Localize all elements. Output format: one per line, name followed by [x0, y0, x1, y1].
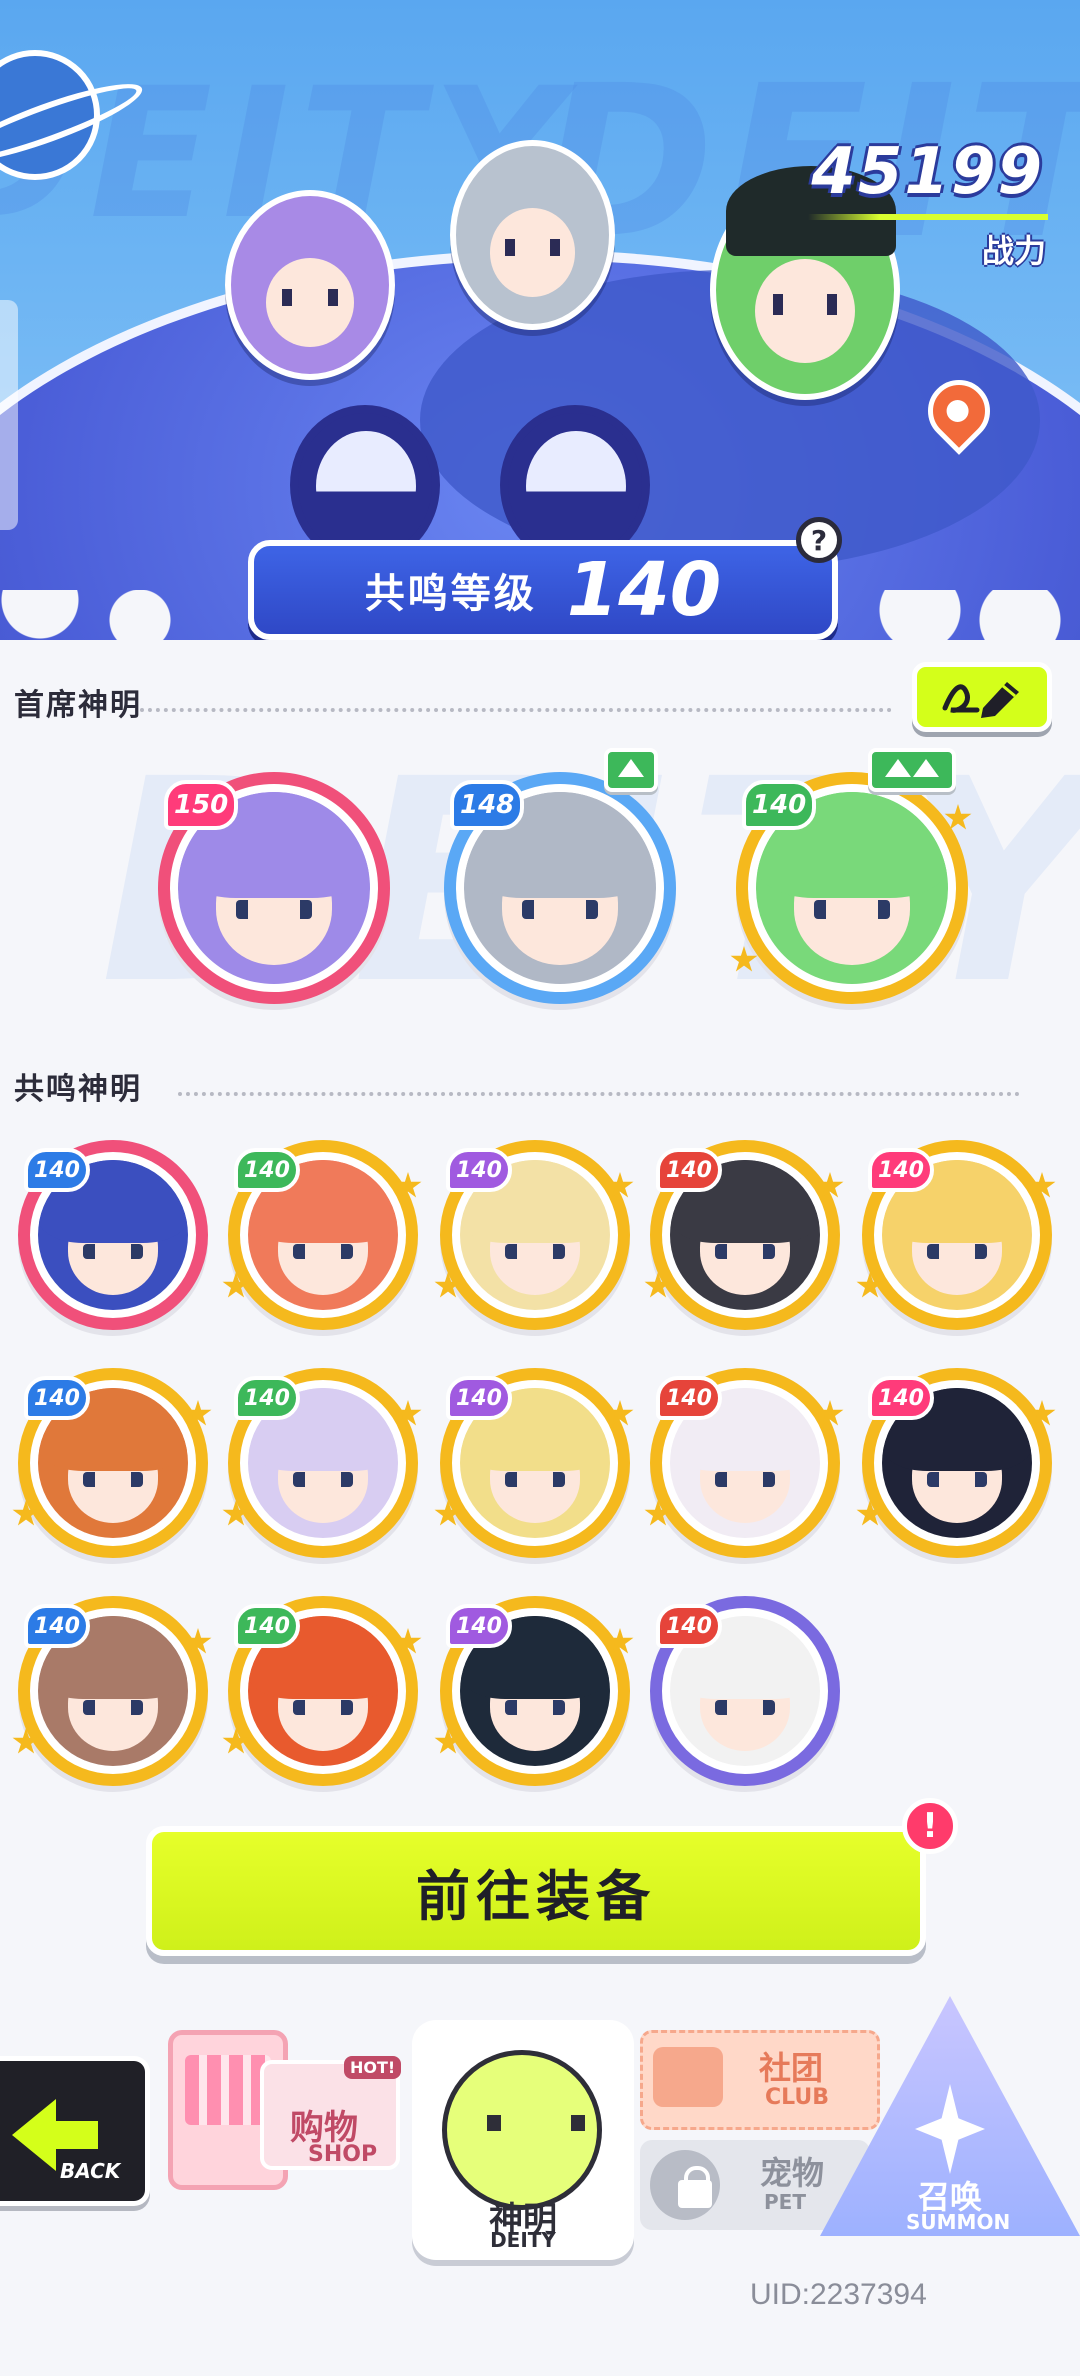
deity-eyes [83, 1700, 143, 1715]
resonance-level-value: 140 [566, 547, 722, 633]
deity-level-badge: 140 [656, 1376, 722, 1420]
resonance-level-label: 共鸣等级 [364, 571, 537, 617]
nav-summon[interactable]: 召唤 SUMMON [810, 1996, 1080, 2246]
deity-eyes [505, 1244, 565, 1259]
user-id: UID:2237394 [750, 2278, 927, 2311]
deity-eyes [235, 899, 313, 919]
section-divider [140, 708, 892, 712]
deity-eyes [715, 1244, 775, 1259]
chief-deity-title: 首席神明 [14, 688, 142, 723]
back-label: BACK [60, 2159, 121, 2183]
deity-eyes [927, 1472, 987, 1487]
deity-card[interactable]: 148 [444, 772, 676, 1004]
deity-card[interactable]: 140 [222, 1140, 422, 1330]
deity-card[interactable]: 140 [856, 1140, 1056, 1330]
go-equip-button[interactable]: 前往装备 [146, 1826, 926, 1956]
help-icon[interactable]: ? [796, 517, 842, 563]
chibi-deity-1[interactable] [225, 190, 395, 380]
upgrade-arrow-icon [604, 748, 658, 792]
side-drawer-handle[interactable] [0, 300, 18, 530]
deity-eyes [521, 899, 599, 919]
deity-level-badge: 140 [446, 1148, 512, 1192]
deity-level-badge: 150 [164, 780, 239, 830]
deity-eyes [715, 1472, 775, 1487]
deity-level-badge: 140 [446, 1376, 512, 1420]
deity-card[interactable]: 140 [12, 1596, 212, 1786]
chibi-deity-2[interactable] [450, 140, 615, 330]
deity-level-badge: 140 [446, 1604, 512, 1648]
deity-card[interactable]: 140 [644, 1368, 844, 1558]
deity-level-badge: 140 [234, 1604, 300, 1648]
deity-eyes [715, 1700, 775, 1715]
shop-label-en: SHOP [308, 2142, 378, 2167]
deity-level-badge: 140 [234, 1148, 300, 1192]
deity-card[interactable]: 140 [18, 1140, 208, 1330]
deity-level-badge: 140 [24, 1376, 90, 1420]
hot-tag: HOT! [344, 2056, 402, 2079]
deity-eyes [813, 899, 891, 919]
deity-card[interactable]: 140 [434, 1368, 634, 1558]
upgrade-arrow-icon [868, 748, 956, 792]
deity-eyes [927, 1244, 987, 1259]
deity-card[interactable]: 140 [730, 772, 972, 1004]
combat-power-label: 战力 [981, 232, 1046, 270]
deity-card[interactable]: 140 [12, 1368, 212, 1558]
deity-card[interactable]: 140 [434, 1140, 634, 1330]
deity-level-badge: 140 [24, 1148, 90, 1192]
nav-shop[interactable]: HOT! 购物 SHOP [160, 2010, 410, 2200]
edit-pencil-icon [942, 682, 1019, 718]
deity-eyes [505, 1700, 565, 1715]
back-arrow-tail [52, 2121, 98, 2149]
lock-icon [678, 2166, 712, 2208]
deity-level-badge: 140 [24, 1604, 90, 1648]
resonance-level-banner: 共鸣等级 140 [248, 540, 838, 640]
nav-deity[interactable]: 神明 DEITY [412, 2020, 634, 2260]
deity-level-badge: 148 [450, 780, 525, 830]
chibi-deity-3[interactable] [710, 166, 900, 400]
deity-card[interactable]: 140 [222, 1596, 422, 1786]
combat-power-value: 45199 [811, 135, 1044, 209]
deity-level-badge: 140 [868, 1376, 934, 1420]
deity-eyes [293, 1244, 353, 1259]
deity-card[interactable]: 140 [434, 1596, 634, 1786]
deity-card[interactable]: 140 [644, 1140, 844, 1330]
deity-eyes [293, 1700, 353, 1715]
deity-mascot-icon [442, 2050, 602, 2210]
back-button[interactable]: BACK [0, 2056, 150, 2206]
deity-card[interactable]: 150 [158, 772, 390, 1004]
combat-power-underline [808, 214, 1048, 220]
deity-eyes [505, 1472, 565, 1487]
summon-label-en: SUMMON [906, 2210, 1011, 2234]
deity-level-badge: 140 [656, 1148, 722, 1192]
pet-icon [650, 2150, 720, 2220]
deity-card[interactable]: 140 [222, 1368, 422, 1558]
deity-eyes [293, 1472, 353, 1487]
deity-label-en: DEITY [490, 2228, 556, 2252]
pet-label-en: PET [764, 2190, 806, 2214]
club-icon [653, 2047, 723, 2107]
resonance-deity-title: 共鸣神明 [14, 1072, 142, 1107]
notification-badge: ! [902, 1798, 958, 1854]
deity-card[interactable]: 140 [856, 1368, 1056, 1558]
deity-card[interactable]: 140 [650, 1596, 840, 1786]
deity-level-badge: 140 [868, 1148, 934, 1192]
deity-eyes [83, 1244, 143, 1259]
deity-level-badge: 140 [234, 1376, 300, 1420]
back-arrow-icon [12, 2099, 56, 2171]
deity-level-badge: 140 [742, 780, 817, 830]
section-divider [178, 1092, 1020, 1096]
deity-eyes [83, 1472, 143, 1487]
deity-level-badge: 140 [656, 1604, 722, 1648]
edit-button[interactable] [912, 662, 1052, 732]
